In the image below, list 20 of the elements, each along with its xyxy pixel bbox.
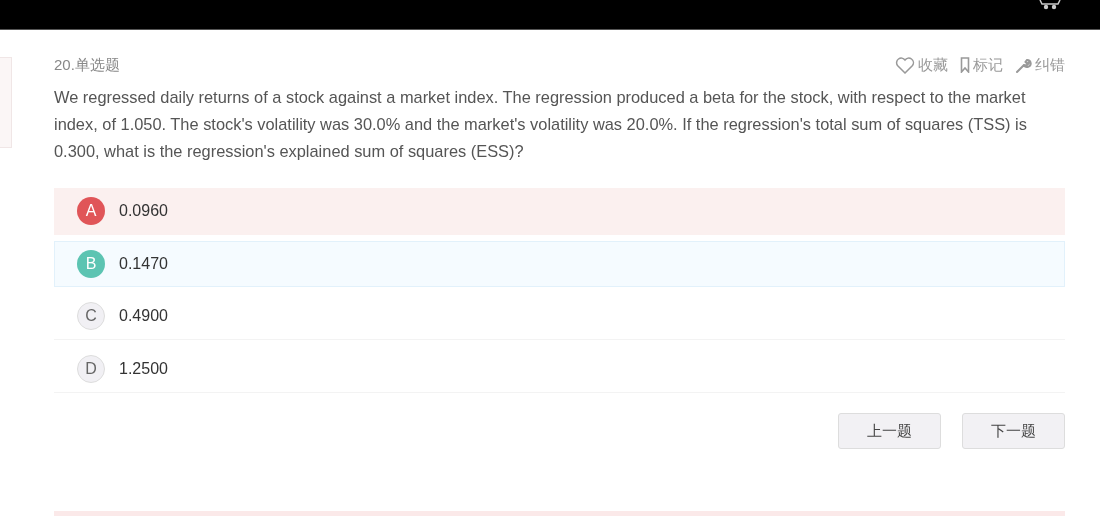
answer-option[interactable]: B 0.1470 — [54, 241, 1065, 287]
nav-button[interactable]: 上一题 — [838, 413, 941, 449]
question-type: 20.单选题 — [54, 55, 120, 75]
wrench-icon — [1015, 56, 1032, 74]
cart-icon[interactable] — [1038, 0, 1062, 10]
option-text: 0.4900 — [119, 307, 168, 325]
option-letter: D — [77, 355, 105, 383]
answer-option[interactable]: C 0.4900 — [54, 293, 1065, 340]
heart-icon — [895, 56, 915, 74]
answer-option[interactable]: A 0.0960 — [54, 188, 1065, 235]
bookmark-icon — [960, 57, 970, 73]
option-letter: C — [77, 302, 105, 330]
option-text: 1.2500 — [119, 360, 168, 378]
option-letter: B — [77, 250, 105, 278]
question-text: We regressed daily returns of a stock against a market index. The regression produced a beta for the stock, with respect to the market index, of 1.050. The stock's volatility was 30.0% and the market's volatility was 20.0%. If the regression's total sum of squares (TSS) is 0.300, what is the regression's explained sum of squares (ESS)? — [54, 87, 1028, 162]
option-letter: A — [77, 197, 105, 225]
option-text: 0.1470 — [119, 255, 168, 273]
answer-option[interactable]: D 1.2500 — [54, 346, 1065, 393]
option-text: 0.0960 — [119, 202, 168, 220]
nav-button[interactable]: 下一题 — [962, 413, 1065, 449]
